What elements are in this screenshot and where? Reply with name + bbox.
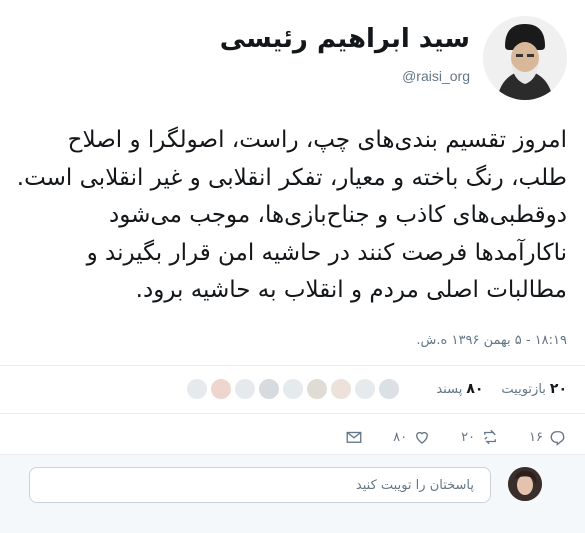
divider [0, 365, 585, 366]
retweet-count: ۲۰ [461, 429, 476, 445]
divider [0, 413, 585, 414]
tweet-text: امروز تقسیم بندی‌های چپ، راست، اصولگرا و… [16, 127, 567, 303]
liker-avatar[interactable] [234, 378, 257, 400]
liker-avatar[interactable] [378, 378, 401, 400]
liker-avatar[interactable] [354, 378, 377, 400]
user-avatar-icon [508, 467, 542, 501]
profile-avatar[interactable] [483, 16, 567, 100]
reply-icon [550, 431, 565, 446]
like-count: ۸۰ [393, 429, 408, 445]
liker-avatar[interactable] [258, 378, 281, 400]
retweet-button[interactable]: ۲۰ [461, 428, 499, 446]
reply-button[interactable]: ۱۶ [529, 428, 567, 446]
retweets-count: ۲۰ [549, 381, 567, 397]
user-avatar[interactable] [508, 467, 542, 501]
retweets-stat[interactable]: ۲۰ بازتوییت [501, 381, 567, 397]
liker-avatar[interactable] [210, 378, 233, 400]
likers-avatars [186, 378, 401, 400]
like-button[interactable]: ۸۰ [393, 428, 431, 446]
reply-placeholder: پاسختان را تویبت کنید [355, 477, 474, 493]
liker-avatar[interactable] [330, 378, 353, 400]
liker-avatar[interactable] [306, 378, 329, 400]
tweet-actions: ۱۶ ۲۰ ۸۰ [345, 425, 567, 449]
profile-name[interactable]: سید ابراهیم رئیسی [220, 24, 470, 54]
liker-avatar[interactable] [282, 378, 305, 400]
retweet-icon [484, 429, 496, 445]
tweet-timestamp[interactable]: ۱۸:۱۹ - ۵ بهمن ۱۳۹۶ ه.ش. [416, 333, 567, 348]
reply-input[interactable]: پاسختان را تویبت کنید [29, 467, 491, 503]
message-button[interactable] [345, 428, 363, 446]
likes-stat[interactable]: ۸۰ پسند [436, 381, 483, 397]
envelope-icon [346, 431, 362, 443]
reply-composer: پاسختان را تویبت کنید [0, 454, 585, 533]
likes-label: پسند [436, 381, 463, 397]
tweet-stats: ۲۰ بازتوییت ۸۰ پسند [186, 374, 567, 404]
liker-avatar[interactable] [186, 378, 209, 400]
avatar-portrait-icon [483, 16, 567, 100]
heart-icon [416, 431, 428, 444]
profile-handle[interactable]: @raisi_org [402, 68, 470, 84]
reply-count: ۱۶ [529, 429, 543, 445]
likes-count: ۸۰ [466, 381, 484, 397]
retweets-label: بازتوییت [501, 381, 546, 397]
